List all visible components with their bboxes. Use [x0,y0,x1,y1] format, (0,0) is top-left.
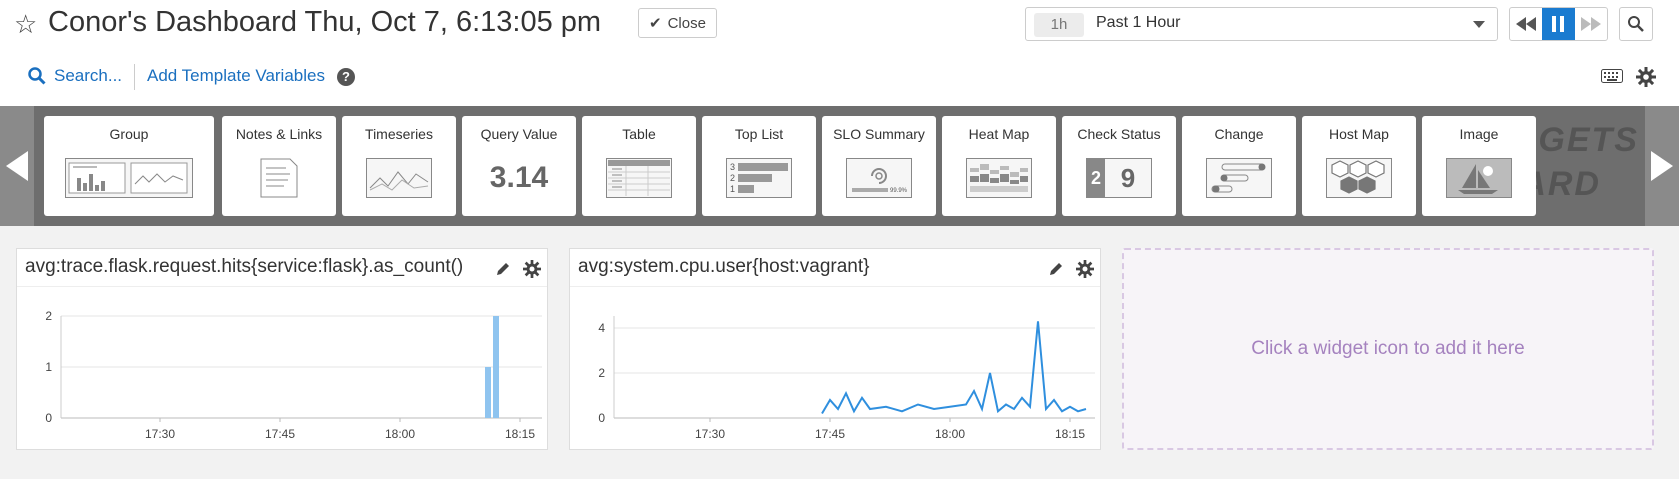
search-icon [28,67,46,85]
tray-scroll-left-button[interactable] [0,106,34,226]
settings-gear-icon[interactable] [1636,67,1656,87]
check-status-icon: 2 9 [1086,158,1152,198]
widget-tile-heat-map[interactable]: Heat Map [942,116,1056,216]
panel-title: avg:system.cpu.user{host:vagrant} [578,256,870,277]
host-map-icon [1326,158,1392,198]
add-widget-drop-zone[interactable]: Click a widget icon to add it here [1122,248,1654,450]
widget-tray: WIDGETS BOARD Group Notes & Links Timese… [0,106,1679,226]
widget-tile-change[interactable]: Change [1182,116,1296,216]
bar-mark [493,316,499,418]
fast-forward-button[interactable] [1575,8,1607,40]
x-tick: 18:00 [935,427,965,441]
tray-scroll-right-button[interactable] [1645,106,1679,226]
fast-forward-icon [1580,17,1601,31]
svg-text:99.9%: 99.9% [890,188,908,194]
table-icon [606,158,672,198]
query-value-sample: 3.14 [489,161,549,194]
pencil-edit-icon[interactable] [495,261,511,277]
timeseries-icon [366,158,432,198]
search-label: Search... [54,66,123,85]
dashboard-header: ☆ Conor's Dashboard Thu, Oct 7, 6:13:05 … [0,0,1679,106]
keyboard-icon[interactable] [1601,69,1623,83]
add-template-variables-link[interactable]: Add Template Variables [147,66,325,86]
x-tick: 18:15 [505,427,535,441]
x-tick: 17:45 [265,427,295,441]
timeframe-selector[interactable]: 1h Past 1 Hour [1025,7,1498,41]
timeframe-short-badge: 1h [1034,13,1084,37]
playback-controls [1509,7,1608,41]
series-line-cpu-user [821,321,1087,415]
close-button[interactable]: ✔ Close [638,8,717,38]
pause-button[interactable] [1542,8,1575,40]
panel-header: avg:system.cpu.user{host:vagrant} [570,249,1100,287]
close-label: Close [667,14,706,32]
panel-title: avg:trace.flask.request.hits{service:fla… [25,256,464,277]
chart-cpu-user: 4 2 0 17:30 17:45 18:00 18:15 [598,316,1095,441]
timeframe-label: Past 1 Hour [1096,14,1181,31]
y-tick: 0 [45,411,52,425]
widget-tile-check-status[interactable]: Check Status 2 9 [1062,116,1176,216]
widget-tile-host-map[interactable]: Host Map [1302,116,1416,216]
pause-icon [1552,16,1565,32]
x-tick: 18:15 [1055,427,1085,441]
help-icon[interactable]: ? [337,68,355,86]
rewind-button[interactable] [1510,8,1542,40]
widget-tile-slo-summary[interactable]: SLO Summary 99.9% [822,116,936,216]
panel-gear-icon[interactable] [1076,260,1094,278]
rewind-icon [1516,17,1537,31]
favorite-star-icon[interactable]: ☆ [14,9,37,40]
magnifier-icon [1628,16,1644,32]
image-sailboat-icon [1446,158,1512,198]
svg-text:1: 1 [730,184,735,194]
slo-icon: 99.9% [846,158,912,198]
graph-panel-cpu-user[interactable]: avg:system.cpu.user{host:vagrant} 4 2 0 … [569,248,1101,450]
top-list-icon: 3 2 1 [726,158,792,198]
graph-panel-flask-hits[interactable]: avg:trace.flask.request.hits{service:fla… [16,248,548,450]
toolbar-divider [134,64,135,90]
notes-icon [260,158,298,198]
panel-gear-icon[interactable] [523,260,541,278]
y-tick: 2 [45,309,52,323]
x-tick: 18:00 [385,427,415,441]
pencil-edit-icon[interactable] [1048,261,1064,277]
heat-map-icon [966,158,1032,198]
check-icon: ✔ [649,15,662,32]
widget-tile-query-value[interactable]: Query Value 3.14 [462,116,576,216]
svg-text:2: 2 [730,173,735,183]
x-tick: 17:45 [815,427,845,441]
caret-down-icon [1473,21,1485,28]
change-icon [1206,158,1272,198]
group-icon [65,158,193,198]
y-tick: 0 [598,411,605,425]
widget-tile-table[interactable]: Table [582,116,696,216]
search-button[interactable]: Search... [28,66,122,86]
bar-mark [485,367,491,418]
widget-tile-top-list[interactable]: Top List 3 2 1 [702,116,816,216]
svg-text:3: 3 [730,162,735,172]
zoom-search-button[interactable] [1619,7,1653,41]
y-tick: 1 [45,360,52,374]
panel-header: avg:trace.flask.request.hits{service:fla… [17,249,547,287]
chart-flask-hits: 2 1 0 17:30 17:45 18:00 18:15 [45,309,542,441]
widget-tile-notes-links[interactable]: Notes & Links [222,116,336,216]
widget-tile-image[interactable]: Image [1422,116,1536,216]
widget-tile-timeseries[interactable]: Timeseries [342,116,456,216]
x-tick: 17:30 [695,427,725,441]
x-tick: 17:30 [145,427,175,441]
arrow-right-icon [1651,151,1673,181]
y-tick: 4 [598,321,605,335]
arrow-left-icon [6,151,28,181]
widget-tile-group[interactable]: Group [44,116,214,216]
y-tick: 2 [598,366,605,380]
dashboard-title[interactable]: Conor's Dashboard Thu, Oct 7, 6:13:05 pm [48,6,601,39]
